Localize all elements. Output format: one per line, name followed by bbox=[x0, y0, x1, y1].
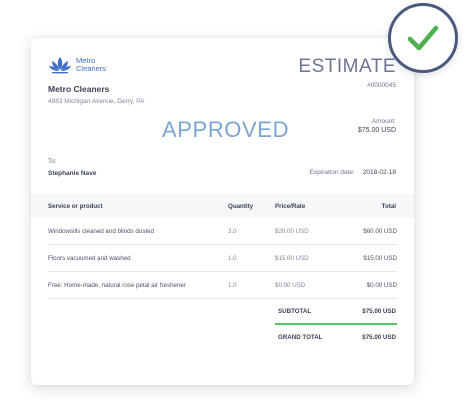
status-stamp: APPROVED bbox=[162, 117, 290, 142]
lotus-logo-icon bbox=[49, 57, 71, 74]
row-total: $60.00 USD bbox=[363, 228, 397, 235]
estimate-number: #0000045 bbox=[367, 82, 396, 89]
table-row: Free: Home-made, natural rose petal air … bbox=[48, 272, 397, 299]
row-quantity: 1.0 bbox=[228, 255, 237, 262]
amount-value: $75.00 USD bbox=[357, 127, 396, 134]
subtotal-value: $75.00 USD bbox=[362, 308, 396, 315]
subtotal-label: SUBTOTAL bbox=[278, 308, 312, 315]
row-total: $0.00 USD bbox=[366, 282, 397, 289]
logo-line-2: Cleaners bbox=[76, 64, 107, 73]
header-quantity: Quantity bbox=[228, 203, 254, 210]
expiration-date: Expiration date: 2018-02-18 bbox=[310, 169, 396, 176]
row-quantity: 3.0 bbox=[228, 228, 237, 235]
company-address: 4983 Michigan Avenue, Derry, PA bbox=[48, 98, 145, 105]
grand-total-value: $75.00 USD bbox=[362, 334, 396, 341]
to-label: To: bbox=[48, 158, 57, 165]
row-quantity: 1.0 bbox=[228, 282, 237, 289]
table-header: Service or product Quantity Price/Rate T… bbox=[31, 194, 414, 218]
row-service: Windowsills cleaned and blinds dusted bbox=[48, 228, 154, 235]
expiration-value: 2018-02-18 bbox=[362, 169, 396, 176]
estimate-card: Metro Cleaners ESTIMATE #0000045 Metro C… bbox=[31, 38, 414, 385]
header-service: Service or product bbox=[48, 203, 103, 210]
client-name: Stephanie Nave bbox=[48, 170, 97, 177]
logo-text: Metro Cleaners bbox=[76, 56, 107, 74]
grand-total-label: GRAND TOTAL bbox=[278, 334, 323, 341]
company-name: Metro Cleaners bbox=[48, 84, 110, 94]
document-title: ESTIMATE bbox=[298, 56, 396, 77]
row-price: $0.00 USD bbox=[275, 282, 306, 289]
total-divider bbox=[275, 323, 397, 325]
approved-badge bbox=[388, 3, 458, 73]
company-logo: Metro Cleaners bbox=[48, 55, 106, 75]
row-service: Free: Home-made, natural rose petal air … bbox=[48, 282, 186, 289]
row-price: $15.00 USD bbox=[275, 255, 309, 262]
header-price: Price/Rate bbox=[275, 203, 306, 210]
row-total: $15.00 USD bbox=[363, 255, 397, 262]
row-service: Floors vacuumed and washed bbox=[48, 255, 131, 262]
header-total: Total bbox=[381, 203, 396, 210]
expiration-label: Expiration date: bbox=[309, 169, 355, 176]
checkmark-icon bbox=[407, 25, 439, 51]
table-row: Windowsills cleaned and blinds dusted 3.… bbox=[48, 218, 397, 245]
amount-label: Amount: bbox=[371, 118, 396, 125]
table-row: Floors vacuumed and washed 1.0 $15.00 US… bbox=[48, 245, 397, 272]
row-price: $20.00 USD bbox=[275, 228, 309, 235]
